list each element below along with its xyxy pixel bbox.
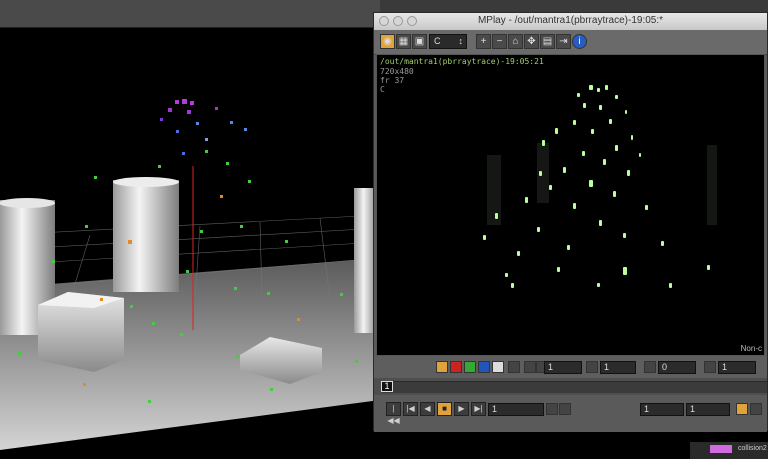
go-start-icon[interactable]: |◀◀ xyxy=(386,402,401,425)
ctrl-field-c[interactable]: 0 xyxy=(658,361,696,374)
channel-select[interactable]: C ↕ xyxy=(429,34,467,49)
status-swatch xyxy=(710,445,732,453)
step-forward-icon[interactable]: ▶| xyxy=(471,402,486,416)
lut-icon[interactable] xyxy=(704,361,716,373)
color-swatch-orange[interactable] xyxy=(436,361,448,373)
mplay-toolbar: ◉ ▦ ▣ C ↕ + − ⌂ ✥ ▤ ⇥ i xyxy=(374,30,767,55)
render-image xyxy=(483,85,717,288)
render-particles xyxy=(483,85,710,288)
status-label: collision2 xyxy=(738,445,767,452)
range-start-field[interactable]: 1 xyxy=(640,403,684,416)
color-swatch-blue[interactable] xyxy=(478,361,490,373)
zoom-out-icon[interactable]: − xyxy=(492,34,507,49)
frame-options-icon[interactable] xyxy=(559,403,571,415)
play-reverse-icon[interactable]: ◀ xyxy=(420,402,435,416)
export-icon[interactable]: ⇥ xyxy=(556,34,571,49)
current-frame-field[interactable]: 1 xyxy=(488,403,544,416)
pan-icon[interactable]: ✥ xyxy=(524,34,539,49)
color-swatch-red[interactable] xyxy=(450,361,462,373)
snapshot-icon[interactable]: ▤ xyxy=(540,34,555,49)
ctrl-field-a[interactable]: 1 xyxy=(544,361,582,374)
range-end-field[interactable]: 1 xyxy=(686,403,730,416)
status-bar: collision2 xyxy=(690,442,768,459)
image-icon[interactable]: ▣ xyxy=(412,34,427,49)
timeline-frame-marker[interactable]: 1 xyxy=(381,381,393,392)
timeline-track[interactable] xyxy=(382,381,767,393)
mplay-titlebar[interactable]: MPlay - /out/mantra1(pbrraytrace)-19:05:… xyxy=(374,13,767,31)
chevron-updown-icon: ↕ xyxy=(458,36,464,46)
info-icon[interactable]: i xyxy=(572,34,587,49)
ctrl-field-d[interactable]: 1 xyxy=(718,361,756,374)
layout-icon[interactable]: ▦ xyxy=(396,34,411,49)
timeline[interactable]: 1 xyxy=(374,378,767,395)
ctrl-field-b[interactable]: 1 xyxy=(600,361,636,374)
alpha-swatch[interactable] xyxy=(492,361,504,373)
home-view-icon[interactable]: ⌂ xyxy=(508,34,523,49)
gamma-icon[interactable] xyxy=(644,361,656,373)
playback-controls: |◀◀ |◀ ◀ ■ ▶ ▶| 1 1 1 xyxy=(374,395,767,432)
zoom-in-icon[interactable]: + xyxy=(476,34,491,49)
display-mode-icon[interactable]: ◉ xyxy=(380,34,395,49)
step-back-icon[interactable]: |◀ xyxy=(403,402,418,416)
brightness-icon[interactable] xyxy=(586,361,598,373)
realtime-toggle[interactable] xyxy=(736,403,748,415)
window-title: MPlay - /out/mantra1(pbrraytrace)-19:05:… xyxy=(477,15,664,26)
settings-icon[interactable] xyxy=(750,403,762,415)
channel-value: C xyxy=(434,36,441,46)
color-swatch-green[interactable] xyxy=(464,361,476,373)
frame-step-icon[interactable] xyxy=(546,403,558,415)
stop-icon[interactable]: ■ xyxy=(437,402,452,416)
corner-label: Non-c xyxy=(740,344,762,353)
exposure-icon[interactable] xyxy=(524,361,536,373)
control-row: 1 1 0 1 xyxy=(374,356,767,378)
render-view[interactable]: /out/mantra1(pbrraytrace)-19:05:21 720x4… xyxy=(376,54,765,356)
play-icon[interactable]: ▶ xyxy=(454,402,469,416)
mplay-window[interactable]: MPlay - /out/mantra1(pbrraytrace)-19:05:… xyxy=(373,12,768,432)
cylinder-center xyxy=(113,180,179,292)
magnify-icon[interactable] xyxy=(508,361,520,373)
